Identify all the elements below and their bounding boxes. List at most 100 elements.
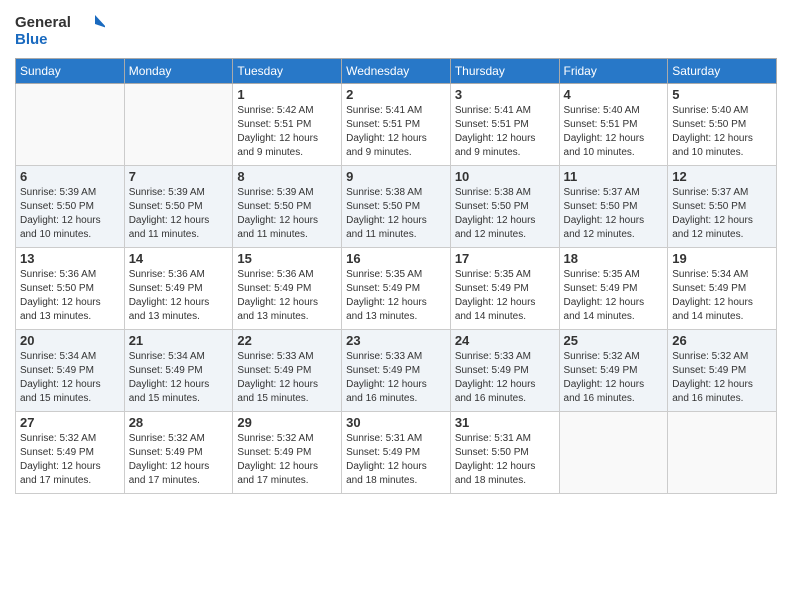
day-number: 7	[129, 169, 229, 184]
day-info: Sunrise: 5:40 AM Sunset: 5:51 PM Dayligh…	[564, 104, 664, 160]
day-info: Sunrise: 5:35 AM Sunset: 5:49 PM Dayligh…	[346, 268, 446, 324]
calendar-cell: 15 Sunrise: 5:36 AM Sunset: 5:49 PM Dayli…	[233, 248, 342, 330]
day-number: 18	[564, 251, 664, 266]
day-info: Sunrise: 5:39 AM Sunset: 5:50 PM Dayligh…	[20, 186, 120, 242]
day-number: 15	[237, 251, 337, 266]
calendar-table: SundayMondayTuesdayWednesdayThursdayFrid…	[15, 58, 777, 494]
day-number: 25	[564, 333, 664, 348]
day-number: 5	[672, 87, 772, 102]
calendar-cell: 8 Sunrise: 5:39 AM Sunset: 5:50 PM Daylig…	[233, 166, 342, 248]
svg-text:Blue: Blue	[15, 31, 48, 48]
day-info: Sunrise: 5:38 AM Sunset: 5:50 PM Dayligh…	[346, 186, 446, 242]
weekday-header: Wednesday	[342, 59, 451, 84]
calendar-cell	[559, 412, 668, 494]
calendar-cell: 31Sunrise: 5:31 AM Sunset: 5:50 PM Dayli…	[450, 412, 559, 494]
day-number: 23	[346, 333, 446, 348]
calendar-cell: 21 Sunrise: 5:34 AM Sunset: 5:49 PM Dayli…	[124, 330, 233, 412]
day-info: Sunrise: 5:36 AM Sunset: 5:50 PM Dayligh…	[20, 268, 120, 324]
calendar-cell: 23 Sunrise: 5:33 AM Sunset: 5:49 PM Dayli…	[342, 330, 451, 412]
day-info: Sunrise: 5:32 AM Sunset: 5:49 PM Dayligh…	[672, 350, 772, 406]
day-number: 13	[20, 251, 120, 266]
day-number: 27	[20, 415, 120, 430]
weekday-header: Sunday	[16, 59, 125, 84]
day-number: 8	[237, 169, 337, 184]
calendar-cell: 18 Sunrise: 5:35 AM Sunset: 5:49 PM Dayli…	[559, 248, 668, 330]
calendar-cell: 13 Sunrise: 5:36 AM Sunset: 5:50 PM Dayli…	[16, 248, 125, 330]
day-info: Sunrise: 5:32 AM Sunset: 5:49 PM Dayligh…	[129, 432, 229, 488]
calendar-cell: 29Sunrise: 5:32 AM Sunset: 5:49 PM Dayli…	[233, 412, 342, 494]
day-info: Sunrise: 5:34 AM Sunset: 5:49 PM Dayligh…	[20, 350, 120, 406]
header: General Blue	[15, 10, 777, 50]
calendar-cell: 24Sunrise: 5:33 AM Sunset: 5:49 PM Dayli…	[450, 330, 559, 412]
calendar-cell: 1 Sunrise: 5:42 AM Sunset: 5:51 PM Daylig…	[233, 84, 342, 166]
weekday-header: Monday	[124, 59, 233, 84]
weekday-header: Friday	[559, 59, 668, 84]
day-number: 3	[455, 87, 555, 102]
calendar-cell: 9Sunrise: 5:38 AM Sunset: 5:50 PM Daylig…	[342, 166, 451, 248]
day-info: Sunrise: 5:33 AM Sunset: 5:49 PM Dayligh…	[237, 350, 337, 406]
day-number: 28	[129, 415, 229, 430]
day-number: 12	[672, 169, 772, 184]
day-number: 10	[455, 169, 555, 184]
svg-text:General: General	[15, 14, 71, 31]
day-info: Sunrise: 5:37 AM Sunset: 5:50 PM Dayligh…	[564, 186, 664, 242]
calendar-cell: 22 Sunrise: 5:33 AM Sunset: 5:49 PM Dayli…	[233, 330, 342, 412]
day-number: 16	[346, 251, 446, 266]
day-number: 31	[455, 415, 555, 430]
day-info: Sunrise: 5:36 AM Sunset: 5:49 PM Dayligh…	[129, 268, 229, 324]
day-info: Sunrise: 5:34 AM Sunset: 5:49 PM Dayligh…	[129, 350, 229, 406]
day-info: Sunrise: 5:34 AM Sunset: 5:49 PM Dayligh…	[672, 268, 772, 324]
day-number: 22	[237, 333, 337, 348]
weekday-header: Tuesday	[233, 59, 342, 84]
calendar-week-row: 20Sunrise: 5:34 AM Sunset: 5:49 PM Dayli…	[16, 330, 777, 412]
day-number: 11	[564, 169, 664, 184]
calendar-cell: 6 Sunrise: 5:39 AM Sunset: 5:50 PM Daylig…	[16, 166, 125, 248]
day-info: Sunrise: 5:31 AM Sunset: 5:49 PM Dayligh…	[346, 432, 446, 488]
weekday-header-row: SundayMondayTuesdayWednesdayThursdayFrid…	[16, 59, 777, 84]
day-number: 6	[20, 169, 120, 184]
calendar-cell	[124, 84, 233, 166]
calendar-cell: 25 Sunrise: 5:32 AM Sunset: 5:49 PM Dayli…	[559, 330, 668, 412]
day-number: 19	[672, 251, 772, 266]
calendar-cell: 30 Sunrise: 5:31 AM Sunset: 5:49 PM Dayli…	[342, 412, 451, 494]
calendar-cell: 3 Sunrise: 5:41 AM Sunset: 5:51 PM Daylig…	[450, 84, 559, 166]
day-info: Sunrise: 5:39 AM Sunset: 5:50 PM Dayligh…	[237, 186, 337, 242]
day-number: 26	[672, 333, 772, 348]
day-info: Sunrise: 5:35 AM Sunset: 5:49 PM Dayligh…	[564, 268, 664, 324]
day-info: Sunrise: 5:32 AM Sunset: 5:49 PM Dayligh…	[564, 350, 664, 406]
calendar-cell: 27 Sunrise: 5:32 AM Sunset: 5:49 PM Dayli…	[16, 412, 125, 494]
calendar-cell: 17Sunrise: 5:35 AM Sunset: 5:49 PM Dayli…	[450, 248, 559, 330]
day-info: Sunrise: 5:42 AM Sunset: 5:51 PM Dayligh…	[237, 104, 337, 160]
calendar-cell: 19 Sunrise: 5:34 AM Sunset: 5:49 PM Dayli…	[668, 248, 777, 330]
calendar-cell: 12 Sunrise: 5:37 AM Sunset: 5:50 PM Dayli…	[668, 166, 777, 248]
day-info: Sunrise: 5:37 AM Sunset: 5:50 PM Dayligh…	[672, 186, 772, 242]
calendar-cell: 5 Sunrise: 5:40 AM Sunset: 5:50 PM Daylig…	[668, 84, 777, 166]
calendar-cell: 2Sunrise: 5:41 AM Sunset: 5:51 PM Daylig…	[342, 84, 451, 166]
calendar-cell: 20Sunrise: 5:34 AM Sunset: 5:49 PM Dayli…	[16, 330, 125, 412]
calendar-cell: 28 Sunrise: 5:32 AM Sunset: 5:49 PM Dayli…	[124, 412, 233, 494]
day-number: 21	[129, 333, 229, 348]
day-info: Sunrise: 5:33 AM Sunset: 5:49 PM Dayligh…	[455, 350, 555, 406]
day-info: Sunrise: 5:33 AM Sunset: 5:49 PM Dayligh…	[346, 350, 446, 406]
logo-svg: General Blue	[15, 10, 105, 50]
logo: General Blue	[15, 10, 105, 50]
day-number: 17	[455, 251, 555, 266]
calendar-cell: 4Sunrise: 5:40 AM Sunset: 5:51 PM Daylig…	[559, 84, 668, 166]
day-info: Sunrise: 5:40 AM Sunset: 5:50 PM Dayligh…	[672, 104, 772, 160]
calendar-week-row: 27 Sunrise: 5:32 AM Sunset: 5:49 PM Dayli…	[16, 412, 777, 494]
day-info: Sunrise: 5:32 AM Sunset: 5:49 PM Dayligh…	[20, 432, 120, 488]
weekday-header: Saturday	[668, 59, 777, 84]
day-info: Sunrise: 5:36 AM Sunset: 5:49 PM Dayligh…	[237, 268, 337, 324]
day-number: 30	[346, 415, 446, 430]
day-info: Sunrise: 5:41 AM Sunset: 5:51 PM Dayligh…	[455, 104, 555, 160]
calendar-cell: 11 Sunrise: 5:37 AM Sunset: 5:50 PM Dayli…	[559, 166, 668, 248]
day-info: Sunrise: 5:41 AM Sunset: 5:51 PM Dayligh…	[346, 104, 446, 160]
day-number: 14	[129, 251, 229, 266]
calendar-cell: 14 Sunrise: 5:36 AM Sunset: 5:49 PM Dayli…	[124, 248, 233, 330]
calendar-cell	[16, 84, 125, 166]
day-info: Sunrise: 5:38 AM Sunset: 5:50 PM Dayligh…	[455, 186, 555, 242]
page: General Blue SundayMondayTuesdayWednesda…	[0, 0, 792, 612]
calendar-cell	[668, 412, 777, 494]
day-number: 29	[237, 415, 337, 430]
day-number: 1	[237, 87, 337, 102]
